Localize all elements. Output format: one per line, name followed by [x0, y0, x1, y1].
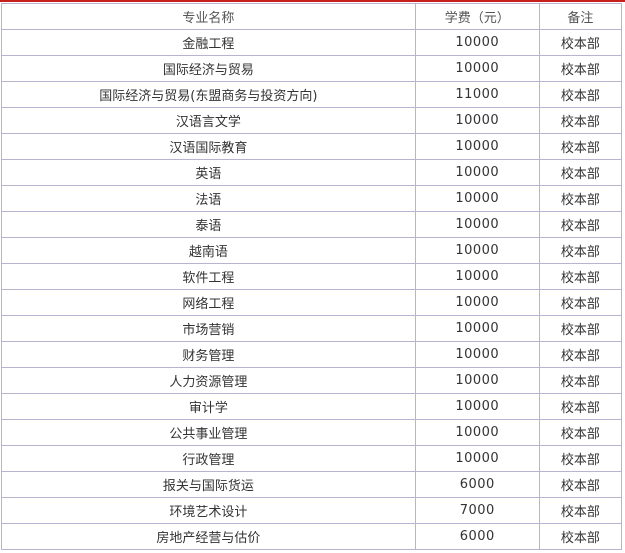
table-row: 软件工程 10000 校本部	[1, 263, 623, 290]
table-row: 行政管理 10000 校本部	[1, 445, 623, 472]
note-cell: 校本部	[538, 445, 623, 472]
note-cell: 校本部	[538, 523, 623, 550]
fee-cell: 11000	[414, 81, 540, 108]
fee-cell: 10000	[414, 393, 540, 420]
note-cell: 校本部	[538, 29, 623, 56]
major-cell: 泰语	[1, 211, 416, 238]
table-row: 汉语言文学 10000 校本部	[1, 107, 623, 134]
top-accent-line	[0, 0, 625, 2]
fee-cell: 10000	[414, 445, 540, 472]
table-row: 市场营销 10000 校本部	[1, 315, 623, 342]
fee-cell: 10000	[414, 159, 540, 186]
note-cell: 校本部	[538, 211, 623, 238]
table-row: 审计学 10000 校本部	[1, 393, 623, 420]
note-cell: 校本部	[538, 237, 623, 264]
major-cell: 法语	[1, 185, 416, 212]
fee-cell: 10000	[414, 29, 540, 56]
fee-cell: 7000	[414, 497, 540, 524]
fee-cell: 10000	[414, 419, 540, 446]
fee-cell: 10000	[414, 107, 540, 134]
note-cell: 校本部	[538, 289, 623, 316]
fee-cell: 6000	[414, 471, 540, 498]
note-cell: 校本部	[538, 315, 623, 342]
fee-cell: 10000	[414, 211, 540, 238]
table-row: 公共事业管理 10000 校本部	[1, 419, 623, 446]
major-cell: 人力资源管理	[1, 367, 416, 394]
table-row: 网络工程 10000 校本部	[1, 289, 623, 316]
table-row: 国际经济与贸易(东盟商务与投资方向) 11000 校本部	[1, 81, 623, 108]
table-row: 金融工程 10000 校本部	[1, 29, 623, 56]
fee-cell: 10000	[414, 367, 540, 394]
note-cell: 校本部	[538, 185, 623, 212]
note-cell: 校本部	[538, 471, 623, 498]
header-note: 备注	[538, 3, 623, 30]
table-row: 国际经济与贸易 10000 校本部	[1, 55, 623, 82]
table-row: 越南语 10000 校本部	[1, 237, 623, 264]
note-cell: 校本部	[538, 419, 623, 446]
fee-cell: 10000	[414, 55, 540, 82]
note-cell: 校本部	[538, 263, 623, 290]
major-cell: 报关与国际货运	[1, 471, 416, 498]
header-major: 专业名称	[1, 3, 416, 30]
table-row: 法语 10000 校本部	[1, 185, 623, 212]
fee-cell: 10000	[414, 237, 540, 264]
fee-cell: 10000	[414, 289, 540, 316]
major-cell: 国际经济与贸易	[1, 55, 416, 82]
tuition-table: 专业名称 学费（元） 备注 金融工程 10000 校本部 国际经济与贸易 100…	[1, 3, 623, 550]
table-row: 报关与国际货运 6000 校本部	[1, 471, 623, 498]
note-cell: 校本部	[538, 55, 623, 82]
major-cell: 金融工程	[1, 29, 416, 56]
major-cell: 汉语国际教育	[1, 133, 416, 160]
fee-cell: 10000	[414, 341, 540, 368]
fee-cell: 10000	[414, 315, 540, 342]
note-cell: 校本部	[538, 159, 623, 186]
major-cell: 财务管理	[1, 341, 416, 368]
table-row: 泰语 10000 校本部	[1, 211, 623, 238]
major-cell: 国际经济与贸易(东盟商务与投资方向)	[1, 81, 416, 108]
note-cell: 校本部	[538, 393, 623, 420]
note-cell: 校本部	[538, 107, 623, 134]
major-cell: 公共事业管理	[1, 419, 416, 446]
major-cell: 网络工程	[1, 289, 416, 316]
fee-cell: 10000	[414, 185, 540, 212]
major-cell: 英语	[1, 159, 416, 186]
header-fee: 学费（元）	[414, 3, 540, 30]
table-row: 房地产经营与估价 6000 校本部	[1, 523, 623, 550]
fee-cell: 10000	[414, 133, 540, 160]
major-cell: 软件工程	[1, 263, 416, 290]
note-cell: 校本部	[538, 133, 623, 160]
major-cell: 房地产经营与估价	[1, 523, 416, 550]
note-cell: 校本部	[538, 81, 623, 108]
table-row: 汉语国际教育 10000 校本部	[1, 133, 623, 160]
note-cell: 校本部	[538, 367, 623, 394]
table-row: 财务管理 10000 校本部	[1, 341, 623, 368]
major-cell: 汉语言文学	[1, 107, 416, 134]
fee-cell: 6000	[414, 523, 540, 550]
major-cell: 市场营销	[1, 315, 416, 342]
table-row: 环境艺术设计 7000 校本部	[1, 497, 623, 524]
table-header-row: 专业名称 学费（元） 备注	[1, 3, 623, 30]
table-row: 人力资源管理 10000 校本部	[1, 367, 623, 394]
fee-cell: 10000	[414, 263, 540, 290]
table-row: 英语 10000 校本部	[1, 159, 623, 186]
major-cell: 行政管理	[1, 445, 416, 472]
major-cell: 越南语	[1, 237, 416, 264]
note-cell: 校本部	[538, 497, 623, 524]
major-cell: 审计学	[1, 393, 416, 420]
major-cell: 环境艺术设计	[1, 497, 416, 524]
note-cell: 校本部	[538, 341, 623, 368]
